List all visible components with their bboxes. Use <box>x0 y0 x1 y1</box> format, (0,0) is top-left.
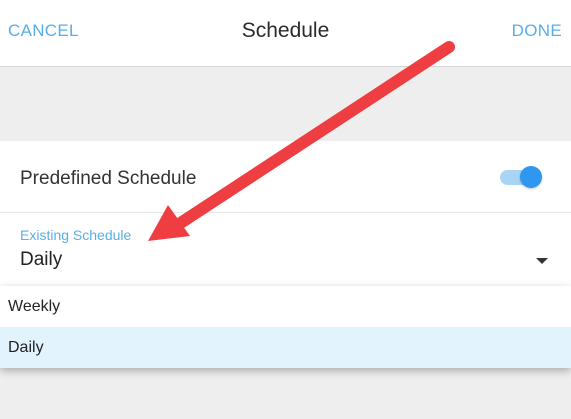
dropdown-option-daily[interactable]: Daily <box>0 327 571 368</box>
schedule-dropdown-menu: Weekly Daily <box>0 286 571 368</box>
existing-schedule-select[interactable]: Existing Schedule Daily <box>0 214 571 291</box>
done-button[interactable]: DONE <box>512 21 562 41</box>
predefined-schedule-row: Predefined Schedule <box>0 141 571 213</box>
schedule-settings-card: Predefined Schedule Existing Schedule Da… <box>0 141 571 291</box>
existing-schedule-label: Existing Schedule <box>20 227 132 243</box>
predefined-schedule-label: Predefined Schedule <box>20 168 197 189</box>
existing-schedule-value: Daily <box>20 249 63 270</box>
page-title: Schedule <box>241 19 330 42</box>
toggle-thumb <box>520 166 542 188</box>
dropdown-option-weekly[interactable]: Weekly <box>0 286 571 327</box>
header-bar: CANCEL Schedule DONE <box>0 0 571 67</box>
predefined-schedule-toggle[interactable] <box>500 166 542 188</box>
caret-down-icon[interactable] <box>536 258 548 264</box>
